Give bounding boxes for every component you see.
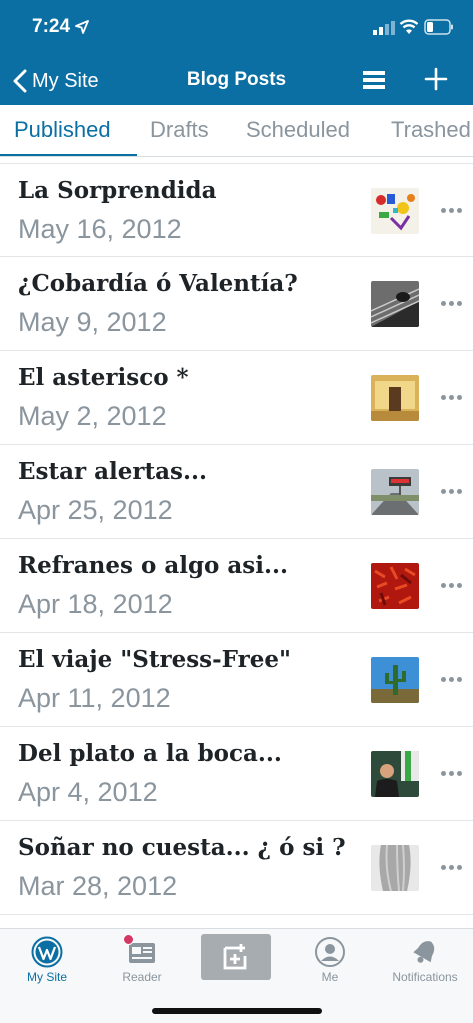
post-title: Estar alertas... <box>18 458 208 485</box>
post-date: May 9, 2012 <box>18 307 167 337</box>
post-date: May 16, 2012 <box>18 214 182 244</box>
post-row[interactable]: Refranes o algo asi... Apr 18, 2012 <box>0 539 473 633</box>
back-button[interactable]: My Site <box>12 66 99 96</box>
chevron-left-icon <box>13 69 27 93</box>
tab-drafts[interactable]: Drafts <box>150 117 209 143</box>
tab-notifications-label: Notifications <box>392 970 458 984</box>
tab-reader-label: Reader <box>122 970 162 984</box>
post-row[interactable]: El viaje "Stress-Free" Apr 11, 2012 <box>0 633 473 727</box>
post-row[interactable]: Del plato a la boca... Apr 4, 2012 <box>0 727 473 821</box>
post-title: El viaje "Stress-Free" <box>18 646 291 673</box>
post-thumbnail <box>371 375 419 421</box>
cellular-signal-icon <box>373 21 395 35</box>
post-title: ¿Cobardía ó Valentía? <box>18 270 298 297</box>
post-row[interactable]: La Sorprendida May 16, 2012 <box>0 163 473 257</box>
tab-notifications[interactable]: Notifications <box>378 929 472 989</box>
post-thumbnail <box>371 188 419 234</box>
battery-icon <box>424 19 453 35</box>
tab-scheduled[interactable]: Scheduled <box>246 117 350 143</box>
post-row[interactable]: El asterisco * May 2, 2012 <box>0 351 473 445</box>
post-thumbnail <box>371 281 419 327</box>
post-row[interactable]: Estar alertas... Apr 25, 2012 <box>0 445 473 539</box>
bell-icon <box>413 941 435 963</box>
more-options-button[interactable] <box>436 753 466 793</box>
post-thumbnail <box>371 751 419 797</box>
navigation-bar: My Site Blog Posts <box>0 56 473 105</box>
post-title: La Sorprendida <box>18 177 217 204</box>
tab-trashed[interactable]: Trashed <box>391 117 471 143</box>
post-status-tabs: Published Drafts Scheduled Trashed <box>0 105 473 157</box>
post-title: Del plato a la boca... <box>18 740 282 767</box>
post-thumbnail <box>371 563 419 609</box>
status-bar: 7:24 <box>0 0 473 56</box>
tab-me-label: Me <box>321 970 339 984</box>
post-row[interactable]: ¿Cobardía ó Valentía? May 9, 2012 <box>0 257 473 351</box>
tab-published[interactable]: Published <box>14 117 111 143</box>
post-date: May 2, 2012 <box>18 401 167 431</box>
post-thumbnail <box>371 469 419 515</box>
write-post-button[interactable] <box>201 934 271 980</box>
post-title: El asterisco * <box>18 364 189 391</box>
app-header: 7:24 My Site Blog Posts <box>0 0 473 105</box>
post-title: Soñar no cuesta... ¿ ó si ? <box>18 834 346 861</box>
post-date: Apr 11, 2012 <box>18 683 171 713</box>
post-row[interactable]: Soñar no cuesta... ¿ ó si ? Mar 28, 2012 <box>0 821 473 915</box>
tab-my-site-label: My Site <box>26 970 67 984</box>
tab-my-site[interactable]: My Site <box>0 929 94 989</box>
person-icon <box>315 937 345 967</box>
tab-reader[interactable]: Reader <box>95 929 189 989</box>
wifi-icon <box>399 19 419 34</box>
more-options-button[interactable] <box>436 190 466 230</box>
notification-badge <box>123 934 134 945</box>
post-title: Refranes o algo asi... <box>18 552 289 579</box>
status-time: 7:24 <box>32 16 71 37</box>
more-options-button[interactable] <box>436 659 466 699</box>
back-label: My Site <box>32 69 99 92</box>
more-options-button[interactable] <box>436 847 466 887</box>
post-date: Mar 28, 2012 <box>18 871 178 901</box>
home-indicator[interactable] <box>152 1008 322 1014</box>
more-options-button[interactable] <box>436 377 466 417</box>
post-date: Apr 25, 2012 <box>18 495 173 525</box>
active-tab-indicator <box>0 154 137 156</box>
posts-list: La Sorprendida May 16, 2012 ¿Cobardía ó … <box>0 163 473 915</box>
post-thumbnail <box>371 657 419 703</box>
post-thumbnail <box>371 845 419 891</box>
post-date: Apr 18, 2012 <box>18 589 173 619</box>
location-arrow-icon <box>75 20 89 34</box>
more-options-button[interactable] <box>436 283 466 323</box>
add-post-icon[interactable] <box>424 67 448 91</box>
write-icon <box>223 944 247 970</box>
post-date: Apr 4, 2012 <box>18 777 158 807</box>
wordpress-icon <box>31 936 63 968</box>
tab-me[interactable]: Me <box>283 929 377 989</box>
more-options-button[interactable] <box>436 471 466 511</box>
list-view-icon[interactable] <box>362 68 386 92</box>
more-options-button[interactable] <box>436 565 466 605</box>
